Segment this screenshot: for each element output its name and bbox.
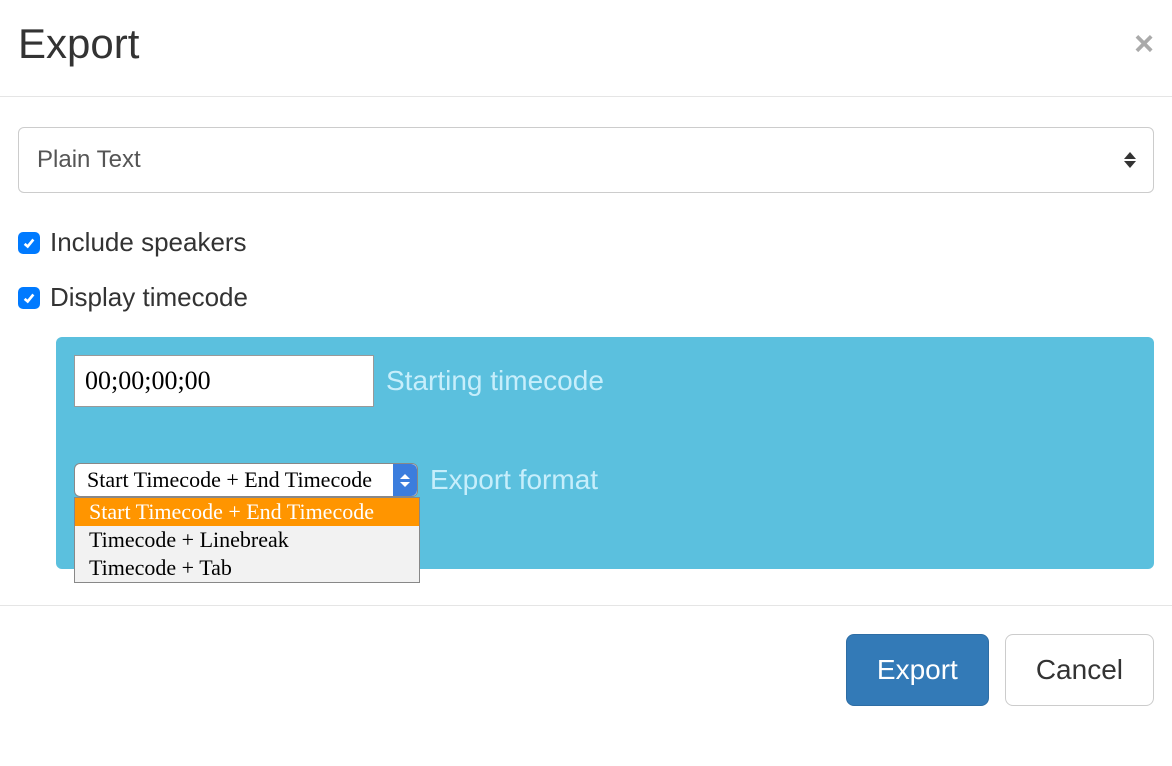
starting-timecode-row: Starting timecode bbox=[74, 355, 1136, 407]
export-format-select[interactable]: Start Timecode + End Timecode bbox=[74, 463, 418, 497]
cancel-button[interactable]: Cancel bbox=[1005, 634, 1154, 706]
starting-timecode-input[interactable] bbox=[74, 355, 374, 407]
select-stepper-icon bbox=[393, 464, 417, 496]
modal-title: Export bbox=[18, 20, 139, 68]
format-select[interactable]: Plain Text bbox=[18, 127, 1154, 193]
modal-header: Export × bbox=[0, 0, 1172, 97]
dropdown-option[interactable]: Start Timecode + End Timecode bbox=[75, 498, 419, 526]
display-timecode-row: Display timecode bbox=[18, 282, 1154, 313]
close-icon[interactable]: × bbox=[1134, 27, 1154, 61]
starting-timecode-label: Starting timecode bbox=[386, 365, 604, 397]
export-format-select-value: Start Timecode + End Timecode bbox=[87, 467, 372, 493]
export-format-select-wrap: Start Timecode + End Timecode Start Time… bbox=[74, 463, 418, 497]
modal-body: Plain Text Include speakers Display time… bbox=[0, 97, 1172, 606]
export-format-label: Export format bbox=[430, 464, 598, 496]
include-speakers-checkbox[interactable] bbox=[18, 232, 40, 254]
dropdown-option[interactable]: Timecode + Tab bbox=[75, 554, 419, 582]
format-select-value: Plain Text bbox=[37, 146, 141, 174]
export-button[interactable]: Export bbox=[846, 634, 989, 706]
dropdown-option[interactable]: Timecode + Linebreak bbox=[75, 526, 419, 554]
export-format-row: Start Timecode + End Timecode Start Time… bbox=[74, 463, 1136, 497]
include-speakers-row: Include speakers bbox=[18, 227, 1154, 258]
export-format-dropdown: Start Timecode + End Timecode Timecode +… bbox=[74, 497, 420, 583]
include-speakers-label[interactable]: Include speakers bbox=[50, 227, 247, 258]
timecode-panel: Starting timecode Start Timecode + End T… bbox=[56, 337, 1154, 569]
display-timecode-label[interactable]: Display timecode bbox=[50, 282, 248, 313]
format-select-wrapper: Plain Text bbox=[18, 127, 1154, 193]
modal-footer: Export Cancel bbox=[0, 606, 1172, 706]
display-timecode-checkbox[interactable] bbox=[18, 287, 40, 309]
